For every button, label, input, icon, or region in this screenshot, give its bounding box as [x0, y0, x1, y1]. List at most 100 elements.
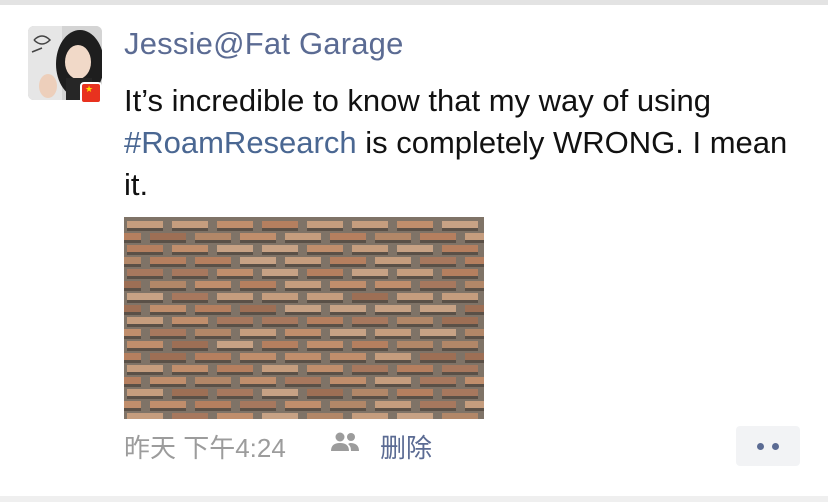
brick	[195, 353, 231, 360]
brick-shadow	[442, 324, 478, 327]
brick	[150, 281, 186, 288]
brick-shadow	[352, 396, 388, 399]
brick-shadow	[172, 396, 208, 399]
brick-shadow	[195, 336, 231, 339]
brick-shadow	[240, 360, 276, 363]
brick	[262, 365, 298, 372]
author-name[interactable]: Jessie@Fat Garage	[124, 26, 404, 62]
brick-shadow	[127, 348, 163, 351]
brick-shadow	[420, 264, 456, 267]
brick-shadow	[124, 408, 141, 411]
brick-shadow	[397, 252, 433, 255]
brick	[127, 389, 163, 396]
brick	[307, 317, 343, 324]
brick-shadow	[330, 336, 366, 339]
brick	[285, 377, 321, 384]
brick	[240, 329, 276, 336]
brick	[465, 257, 484, 264]
post-text: It’s incredible to know that my way of u…	[124, 80, 804, 206]
brick	[285, 353, 321, 360]
brick	[217, 317, 253, 324]
brick	[330, 329, 366, 336]
brick	[172, 341, 208, 348]
brick-shadow	[195, 384, 231, 387]
brick-shadow	[352, 228, 388, 231]
brick	[172, 293, 208, 300]
brick-shadow	[420, 312, 456, 315]
brick	[442, 341, 478, 348]
brick-shadow	[375, 240, 411, 243]
brick-shadow	[240, 384, 276, 387]
more-button[interactable]	[736, 426, 800, 466]
brick-shadow	[240, 336, 276, 339]
brick-shadow	[465, 264, 484, 267]
brick-shadow	[150, 240, 186, 243]
brick	[124, 329, 141, 336]
brick	[420, 257, 456, 264]
brick	[240, 353, 276, 360]
brick	[397, 245, 433, 252]
post-photo[interactable]	[124, 217, 484, 419]
brick	[465, 377, 484, 384]
brick-shadow	[420, 408, 456, 411]
brick-shadow	[150, 408, 186, 411]
brick-shadow	[172, 276, 208, 279]
brick-shadow	[127, 396, 163, 399]
top-divider	[0, 0, 828, 5]
brick	[262, 245, 298, 252]
brick	[307, 293, 343, 300]
brick-shadow	[397, 348, 433, 351]
brick-shadow	[127, 252, 163, 255]
brick-shadow	[330, 288, 366, 291]
brick-shadow	[124, 240, 141, 243]
brick	[172, 389, 208, 396]
brick-shadow	[217, 372, 253, 375]
hashtag-link[interactable]: #RoamResearch	[124, 125, 357, 160]
brick	[150, 353, 186, 360]
brick	[330, 401, 366, 408]
friends-icon	[331, 432, 359, 451]
brick-shadow	[352, 372, 388, 375]
brick	[375, 257, 411, 264]
brick-shadow	[127, 372, 163, 375]
more-dots-icon	[772, 443, 779, 450]
brick	[375, 329, 411, 336]
brick-shadow	[240, 288, 276, 291]
brick	[397, 389, 433, 396]
brick-shadow	[397, 372, 433, 375]
brick-shadow	[375, 360, 411, 363]
brick	[420, 305, 456, 312]
brick	[195, 257, 231, 264]
brick-shadow	[352, 324, 388, 327]
brick	[330, 281, 366, 288]
brick-shadow	[465, 336, 484, 339]
brick-shadow	[352, 348, 388, 351]
brick	[352, 293, 388, 300]
brick	[172, 269, 208, 276]
brick-wall-image	[124, 217, 484, 419]
brick-shadow	[397, 396, 433, 399]
brick-shadow	[465, 408, 484, 411]
brick	[172, 365, 208, 372]
delete-button[interactable]: 删除	[380, 428, 432, 465]
brick	[375, 377, 411, 384]
brick	[352, 365, 388, 372]
china-flag-icon: ★	[80, 82, 102, 104]
brick-shadow	[127, 300, 163, 303]
brick	[217, 413, 253, 419]
brick	[397, 341, 433, 348]
brick-shadow	[330, 312, 366, 315]
brick-shadow	[124, 312, 141, 315]
brick	[397, 221, 433, 228]
brick	[195, 281, 231, 288]
timestamp: 昨天 下午4:24	[124, 433, 286, 463]
brick	[150, 401, 186, 408]
brick	[442, 389, 478, 396]
brick-shadow	[307, 372, 343, 375]
brick	[172, 413, 208, 419]
brick	[262, 221, 298, 228]
brick	[397, 413, 433, 419]
brick-shadow	[172, 228, 208, 231]
brick	[375, 305, 411, 312]
brick	[352, 245, 388, 252]
